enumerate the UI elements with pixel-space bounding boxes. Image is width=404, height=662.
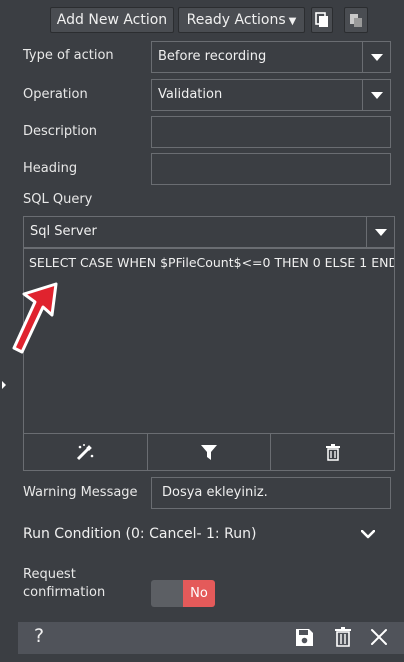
sql-toolbar [23, 434, 395, 471]
chevron-down-icon[interactable] [361, 530, 375, 540]
request-confirmation-toggle[interactable]: No [151, 580, 215, 607]
request-confirmation-line2: confirmation [23, 585, 106, 600]
operation-select[interactable]: Validation [151, 79, 391, 111]
add-new-action-button[interactable]: Add New Action [50, 7, 174, 33]
close-icon[interactable] [370, 628, 388, 646]
sql-query-label: SQL Query [23, 192, 93, 207]
ready-actions-dropdown[interactable]: Ready Actions ▼ [178, 7, 305, 33]
magic-wand-button[interactable] [24, 434, 148, 470]
chevron-down-icon[interactable] [362, 42, 390, 72]
chevron-down-icon[interactable] [362, 80, 390, 110]
db-type-select[interactable]: Sql Server [23, 216, 395, 248]
trash-icon [325, 443, 340, 461]
filter-button[interactable] [147, 434, 272, 470]
toggle-knob [151, 580, 183, 607]
type-of-action-value: Before recording [158, 49, 267, 64]
paste-icon [350, 14, 362, 27]
operation-label: Operation [23, 87, 88, 102]
chevron-down-icon[interactable] [366, 217, 394, 247]
trash-icon[interactable] [335, 627, 351, 647]
copy-icon [315, 12, 328, 27]
caret-right-icon [2, 381, 6, 389]
caret-down-icon: ▼ [288, 16, 297, 27]
annotation-arrow-icon [12, 282, 58, 354]
heading-input[interactable] [151, 153, 391, 185]
sql-query-editor[interactable]: SELECT CASE WHEN $PFileCount$<=0 THEN 0 … [23, 248, 395, 434]
footer-toolbar: ? [18, 622, 404, 654]
run-condition-label: Run Condition (0: Cancel- 1: Run) [23, 526, 257, 542]
description-input[interactable] [151, 116, 391, 148]
run-condition-section[interactable]: Run Condition (0: Cancel- 1: Run) [23, 526, 395, 550]
warning-message-input[interactable]: Dosya ekleyiniz. [151, 477, 391, 509]
request-confirmation-line1: Request [23, 567, 76, 582]
filter-icon [201, 445, 217, 460]
magic-wand-icon [77, 444, 94, 461]
type-of-action-select[interactable]: Before recording [151, 41, 391, 73]
warning-message-label: Warning Message [23, 485, 138, 500]
db-type-value: Sql Server [30, 224, 97, 239]
help-icon[interactable]: ? [34, 625, 44, 647]
operation-value: Validation [158, 87, 223, 102]
toggle-value: No [183, 580, 215, 607]
delete-query-button[interactable] [271, 434, 395, 470]
heading-label: Heading [23, 161, 78, 176]
save-icon[interactable] [295, 628, 314, 647]
request-confirmation-label: Request confirmation [23, 566, 105, 602]
description-label: Description [23, 124, 98, 139]
type-of-action-label: Type of action [23, 48, 114, 63]
paste-button[interactable] [344, 7, 368, 33]
copy-button[interactable] [311, 7, 333, 33]
expand-side-panel-handle[interactable] [0, 370, 8, 400]
ready-actions-label: Ready Actions [186, 12, 286, 28]
